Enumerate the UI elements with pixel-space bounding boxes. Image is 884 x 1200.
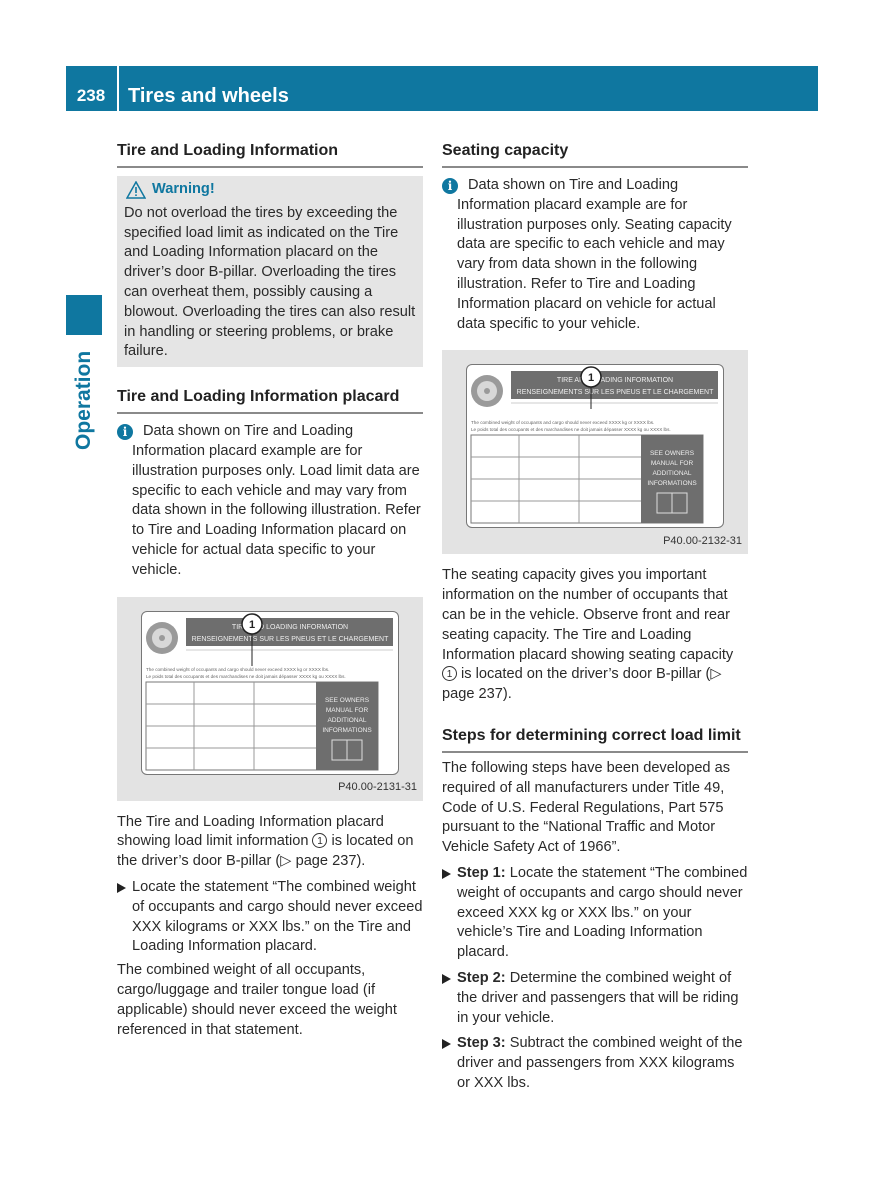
side-tab-marker — [66, 295, 102, 335]
svg-text:SEE OWNERS: SEE OWNERS — [325, 697, 370, 704]
callout-1: 1 — [588, 372, 594, 384]
placard-graphic: TIRE AND LOADING INFORMATION RENSEIGNEME… — [145, 612, 393, 771]
svg-text:ADDITIONAL: ADDITIONAL — [327, 717, 366, 724]
placard-title-fr: RENSEIGNEMENTS SUR LES PNEUS ET LE CHARG… — [192, 636, 389, 643]
svg-text:TIRE AND LOADING INFORMATION: TIRE AND LOADING INFORMATION — [557, 377, 673, 384]
placard-illustration: TIRE AND LOADING INFORMATION RENSEIGNEME… — [141, 610, 399, 775]
header-divider — [117, 66, 119, 111]
page-header: 238 Tires and wheels — [66, 66, 818, 111]
placard-statement-fr: Le poids total des occupants et des marc… — [146, 674, 346, 679]
callout-1: 1 — [249, 619, 255, 631]
callout-1-ref: 1 — [312, 833, 328, 849]
warning-text: Do not overload the tires by exceeding t… — [124, 204, 416, 360]
seating-capacity-text: The seating capacity gives you important… — [442, 567, 734, 703]
page-number: 238 — [76, 86, 106, 105]
step-item: Step 2: Determine the combined weight of… — [442, 969, 748, 1028]
combined-weight-text: The combined weight of all occupants, ca… — [117, 962, 397, 1038]
info-text: Data shown on Tire and Loading Informati… — [457, 177, 732, 332]
bullet-locate-statement: Locate the statement “The combined weigh… — [117, 878, 423, 957]
svg-text:Le poids total des occupants e: Le poids total des occupants et des marc… — [471, 427, 671, 432]
bullet-arrow-icon — [117, 882, 126, 893]
right-column: Seating capacity i Data shown on Tire an… — [442, 140, 748, 1094]
warning-title: Warning! — [152, 181, 215, 197]
svg-text:INFORMATIONS: INFORMATIONS — [322, 727, 372, 734]
svg-text:ADDITIONAL: ADDITIONAL — [652, 470, 691, 477]
info-note: i Data shown on Tire and Loading Informa… — [442, 176, 748, 334]
svg-text:MANUAL FOR: MANUAL FOR — [651, 460, 694, 467]
placard-figure-seating: TIRE AND LOADING INFORMATION RENSEIGNEME… — [442, 350, 748, 555]
svg-text:SEE OWNERS: SEE OWNERS — [650, 450, 695, 457]
svg-text:MANUAL FOR: MANUAL FOR — [326, 707, 369, 714]
warning-box: Warning! Do not overload the tires by ex… — [117, 176, 423, 368]
section-title-load-limit-steps: Steps for determining correct load limit — [442, 725, 748, 753]
info-note: i Data shown on Tire and Loading Informa… — [117, 422, 423, 580]
info-icon: i — [117, 424, 133, 441]
info-text: Data shown on Tire and Loading Informati… — [132, 423, 421, 578]
bullet-arrow-icon — [442, 868, 451, 879]
callout-1-ref: 1 — [442, 666, 457, 682]
chapter-title: Tires and wheels — [128, 85, 289, 107]
left-column: Tire and Loading Information Warning! Do… — [117, 140, 423, 1040]
bullet-arrow-icon — [442, 1039, 451, 1050]
side-tab-label: Operation — [72, 350, 95, 450]
figure-caption: P40.00-2131-31 — [338, 780, 417, 793]
placard-graphic: TIRE AND LOADING INFORMATION RENSEIGNEME… — [470, 366, 718, 524]
steps-intro-text: The following steps have been developed … — [442, 759, 731, 856]
step-item: Step 1: Locate the statement “The combin… — [442, 864, 748, 963]
placard-statement-en: The combined weight of occupants and car… — [146, 667, 329, 672]
info-icon: i — [442, 178, 458, 194]
figure-caption: P40.00-2132-31 — [663, 534, 742, 547]
section-title-seating-capacity: Seating capacity — [442, 140, 748, 168]
placard-location-text: The Tire and Loading Information placard… — [117, 813, 414, 870]
svg-text:RENSEIGNEMENTS SUR LES PNEUS E: RENSEIGNEMENTS SUR LES PNEUS ET LE CHARG… — [517, 389, 714, 396]
bullet-arrow-icon — [442, 973, 451, 984]
section-title-tire-loading: Tire and Loading Information — [117, 140, 423, 168]
placard-illustration: TIRE AND LOADING INFORMATION RENSEIGNEME… — [466, 364, 724, 529]
svg-text:INFORMATIONS: INFORMATIONS — [647, 480, 697, 487]
section-title-placard: Tire and Loading Information placard — [117, 386, 423, 415]
svg-text:The combined weight of occupan: The combined weight of occupants and car… — [471, 420, 654, 425]
step-item: Step 3: Subtract the combined weight of … — [442, 1034, 748, 1093]
placard-figure-load-limit: TIRE AND LOADING INFORMATION RENSEIGNEME… — [117, 596, 423, 801]
warning-triangle-icon — [126, 180, 146, 199]
